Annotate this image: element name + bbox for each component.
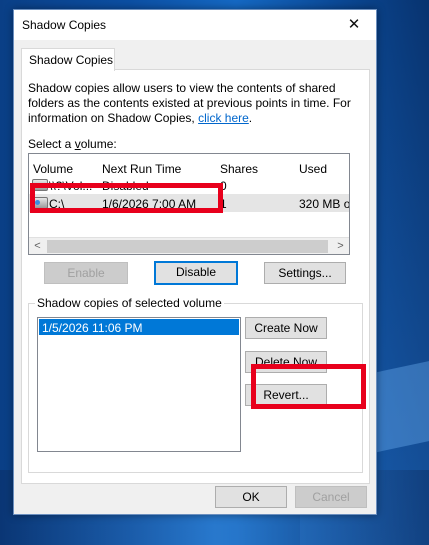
description-end: .	[248, 111, 253, 125]
snapshot-date: 1/5/2026 11:06 PM	[42, 321, 143, 335]
disable-button[interactable]: Disable	[154, 261, 238, 285]
volume-list-header: Volume Next Run Time Shares Used	[29, 154, 349, 176]
highlight-box-volume	[30, 183, 223, 213]
scrollbar-thumb[interactable]	[47, 240, 328, 253]
cancel-button[interactable]: Cancel	[295, 486, 367, 508]
highlight-box-revert	[251, 364, 366, 409]
tab-shadow-copies[interactable]: Shadow Copies	[21, 48, 115, 71]
tab-label: Shadow Copies	[29, 53, 114, 67]
close-icon[interactable]: ✕	[332, 10, 376, 40]
horizontal-scrollbar[interactable]: < >	[29, 237, 349, 254]
description-body: Shadow copies allow users to view the co…	[28, 81, 351, 125]
window-title: Shadow Copies	[22, 18, 107, 32]
ok-button[interactable]: OK	[215, 486, 287, 508]
snapshots-group-label: Shadow copies of selected volume	[35, 296, 224, 310]
snapshot-list[interactable]: 1/5/2026 11:06 PM	[37, 317, 241, 452]
settings-button[interactable]: Settings...	[264, 262, 346, 284]
scroll-left-icon[interactable]: <	[29, 238, 46, 254]
used-space: 320 MB o	[299, 197, 350, 211]
scroll-right-icon[interactable]: >	[332, 238, 349, 254]
select-volume-label: Select a volume:	[28, 137, 117, 151]
column-header-used[interactable]: Used	[299, 162, 327, 176]
tab-panel: Shadow copies allow users to view the co…	[21, 69, 370, 484]
description-text: Shadow copies allow users to view the co…	[28, 81, 362, 126]
click-here-link[interactable]: click here	[198, 111, 249, 125]
column-header-volume[interactable]: Volume	[33, 162, 73, 176]
shadow-copies-dialog: Shadow Copies ✕ Shadow Copies Shadow cop…	[13, 9, 377, 515]
column-header-next-run-time[interactable]: Next Run Time	[102, 162, 181, 176]
title-bar: Shadow Copies ✕	[14, 10, 376, 40]
column-header-shares[interactable]: Shares	[220, 162, 258, 176]
snapshot-item-selected[interactable]: 1/5/2026 11:06 PM	[39, 319, 239, 335]
create-now-button[interactable]: Create Now	[245, 317, 327, 339]
enable-button[interactable]: Enable	[44, 262, 128, 284]
